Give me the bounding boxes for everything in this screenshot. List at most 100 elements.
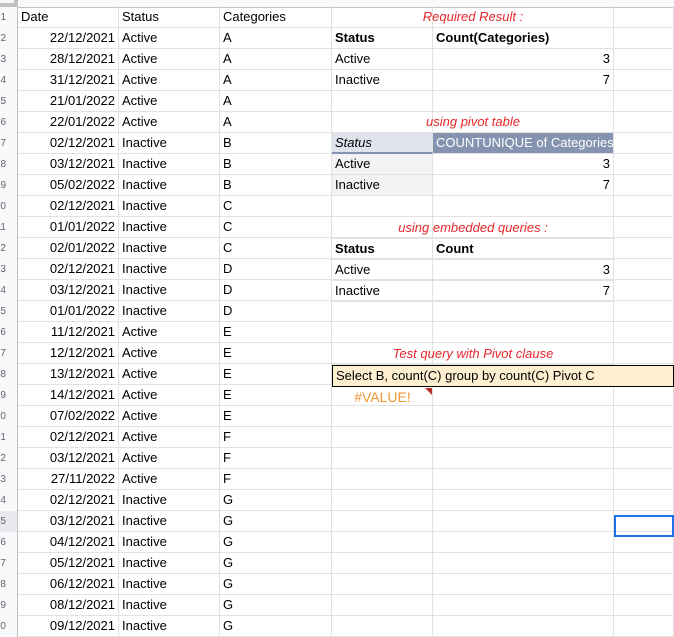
empty-cell[interactable] xyxy=(332,406,433,427)
category-cell[interactable]: B xyxy=(220,154,332,175)
row-header[interactable]: 27 xyxy=(0,553,18,574)
date-cell[interactable]: 22/12/2021 xyxy=(18,28,119,49)
category-cell[interactable]: G xyxy=(220,511,332,532)
category-cell[interactable]: E xyxy=(220,385,332,406)
status-cell[interactable]: Active xyxy=(119,91,220,112)
empty-cell[interactable] xyxy=(614,175,674,196)
empty-cell[interactable] xyxy=(614,343,674,364)
status-cell[interactable]: Active xyxy=(119,406,220,427)
empty-cell[interactable] xyxy=(433,91,614,112)
status-cell[interactable]: Inactive xyxy=(119,280,220,301)
empty-cell[interactable] xyxy=(614,28,674,49)
date-cell[interactable]: 04/12/2021 xyxy=(18,532,119,553)
status-cell[interactable]: Active xyxy=(119,385,220,406)
row-header[interactable]: 15 xyxy=(0,301,18,322)
pivot-row-status[interactable]: Active xyxy=(332,154,433,175)
category-cell[interactable]: C xyxy=(220,217,332,238)
status-cell[interactable]: Inactive xyxy=(119,490,220,511)
status-cell[interactable]: Active xyxy=(119,364,220,385)
row-header[interactable]: 3 xyxy=(0,49,18,70)
date-cell[interactable]: 05/02/2022 xyxy=(18,175,119,196)
date-cell[interactable]: 02/01/2022 xyxy=(18,238,119,259)
row-header[interactable]: 22 xyxy=(0,448,18,469)
empty-cell[interactable] xyxy=(614,7,674,28)
empty-cell[interactable] xyxy=(614,238,674,259)
select-all-corner[interactable] xyxy=(0,0,18,7)
row-header[interactable]: 20 xyxy=(0,406,18,427)
date-cell[interactable]: 02/12/2021 xyxy=(18,133,119,154)
empty-cell[interactable] xyxy=(614,259,674,280)
empty-cell[interactable] xyxy=(332,196,433,217)
date-cell[interactable]: 27/11/2022 xyxy=(18,469,119,490)
pivot-row-count[interactable]: 7 xyxy=(433,175,614,196)
query-text-cell[interactable]: Select B, count(C) group by count(C) Piv… xyxy=(332,365,674,387)
status-cell[interactable]: Inactive xyxy=(119,217,220,238)
date-cell[interactable]: 28/12/2021 xyxy=(18,49,119,70)
empty-cell[interactable] xyxy=(614,112,674,133)
status-cell[interactable]: Inactive xyxy=(119,553,220,574)
empty-cell[interactable] xyxy=(332,490,433,511)
empty-cell[interactable] xyxy=(614,280,674,301)
empty-cell[interactable] xyxy=(332,448,433,469)
pivot-row-count[interactable]: 3 xyxy=(433,154,614,175)
empty-cell[interactable] xyxy=(614,301,674,322)
empty-cell[interactable] xyxy=(614,406,674,427)
empty-cell[interactable] xyxy=(433,385,614,406)
category-cell[interactable]: E xyxy=(220,343,332,364)
category-cell[interactable]: F xyxy=(220,427,332,448)
date-cell[interactable]: 07/02/2022 xyxy=(18,406,119,427)
empty-cell[interactable] xyxy=(433,196,614,217)
category-cell[interactable]: D xyxy=(220,280,332,301)
row-header[interactable]: 11 xyxy=(0,217,18,238)
status-cell[interactable]: Inactive xyxy=(119,511,220,532)
row-header[interactable]: 1 xyxy=(0,7,18,28)
pivot-status-header[interactable]: Status xyxy=(332,133,433,154)
empty-cell[interactable] xyxy=(332,553,433,574)
date-cell[interactable]: 22/01/2022 xyxy=(18,112,119,133)
empty-cell[interactable] xyxy=(433,322,614,343)
status-header[interactable]: Status xyxy=(119,7,220,28)
status-cell[interactable]: Inactive xyxy=(119,133,220,154)
empty-cell[interactable] xyxy=(332,511,433,532)
empty-cell[interactable] xyxy=(614,196,674,217)
category-cell[interactable]: G xyxy=(220,532,332,553)
category-cell[interactable]: D xyxy=(220,259,332,280)
row-header[interactable]: 19 xyxy=(0,385,18,406)
category-cell[interactable]: E xyxy=(220,406,332,427)
status-cell[interactable]: Active xyxy=(119,322,220,343)
empty-cell[interactable] xyxy=(433,574,614,595)
status-cell[interactable]: Active xyxy=(119,469,220,490)
row-header[interactable]: 18 xyxy=(0,364,18,385)
row-header[interactable]: 9 xyxy=(0,175,18,196)
date-cell[interactable]: 01/01/2022 xyxy=(18,301,119,322)
date-cell[interactable]: 02/12/2021 xyxy=(18,196,119,217)
status-cell[interactable]: Active xyxy=(119,343,220,364)
empty-cell[interactable] xyxy=(433,553,614,574)
empty-cell[interactable] xyxy=(332,427,433,448)
empty-cell[interactable] xyxy=(614,91,674,112)
category-cell[interactable]: C xyxy=(220,238,332,259)
empty-cell[interactable] xyxy=(433,511,614,532)
category-cell[interactable]: E xyxy=(220,322,332,343)
date-cell[interactable]: 02/12/2021 xyxy=(18,259,119,280)
empty-cell[interactable] xyxy=(614,217,674,238)
status-cell[interactable]: Active xyxy=(119,427,220,448)
status-cell[interactable]: Active xyxy=(119,28,220,49)
category-cell[interactable]: A xyxy=(220,70,332,91)
row-header[interactable]: 8 xyxy=(0,154,18,175)
empty-cell[interactable] xyxy=(433,406,614,427)
category-cell[interactable]: D xyxy=(220,301,332,322)
date-cell[interactable]: 03/12/2021 xyxy=(18,280,119,301)
category-cell[interactable]: A xyxy=(220,91,332,112)
empty-cell[interactable] xyxy=(433,595,614,616)
pivot-row-status[interactable]: Inactive xyxy=(332,175,433,196)
date-cell[interactable]: 31/12/2021 xyxy=(18,70,119,91)
empty-cell[interactable] xyxy=(614,154,674,175)
pivot-count-header[interactable]: COUNTUNIQUE of Categories xyxy=(433,133,614,154)
row-header[interactable]: 24 xyxy=(0,490,18,511)
selected-cell-cursor[interactable] xyxy=(614,515,674,537)
date-cell[interactable]: 05/12/2021 xyxy=(18,553,119,574)
date-cell[interactable]: 03/12/2021 xyxy=(18,448,119,469)
row-header[interactable]: 17 xyxy=(0,343,18,364)
category-cell[interactable]: B xyxy=(220,133,332,154)
